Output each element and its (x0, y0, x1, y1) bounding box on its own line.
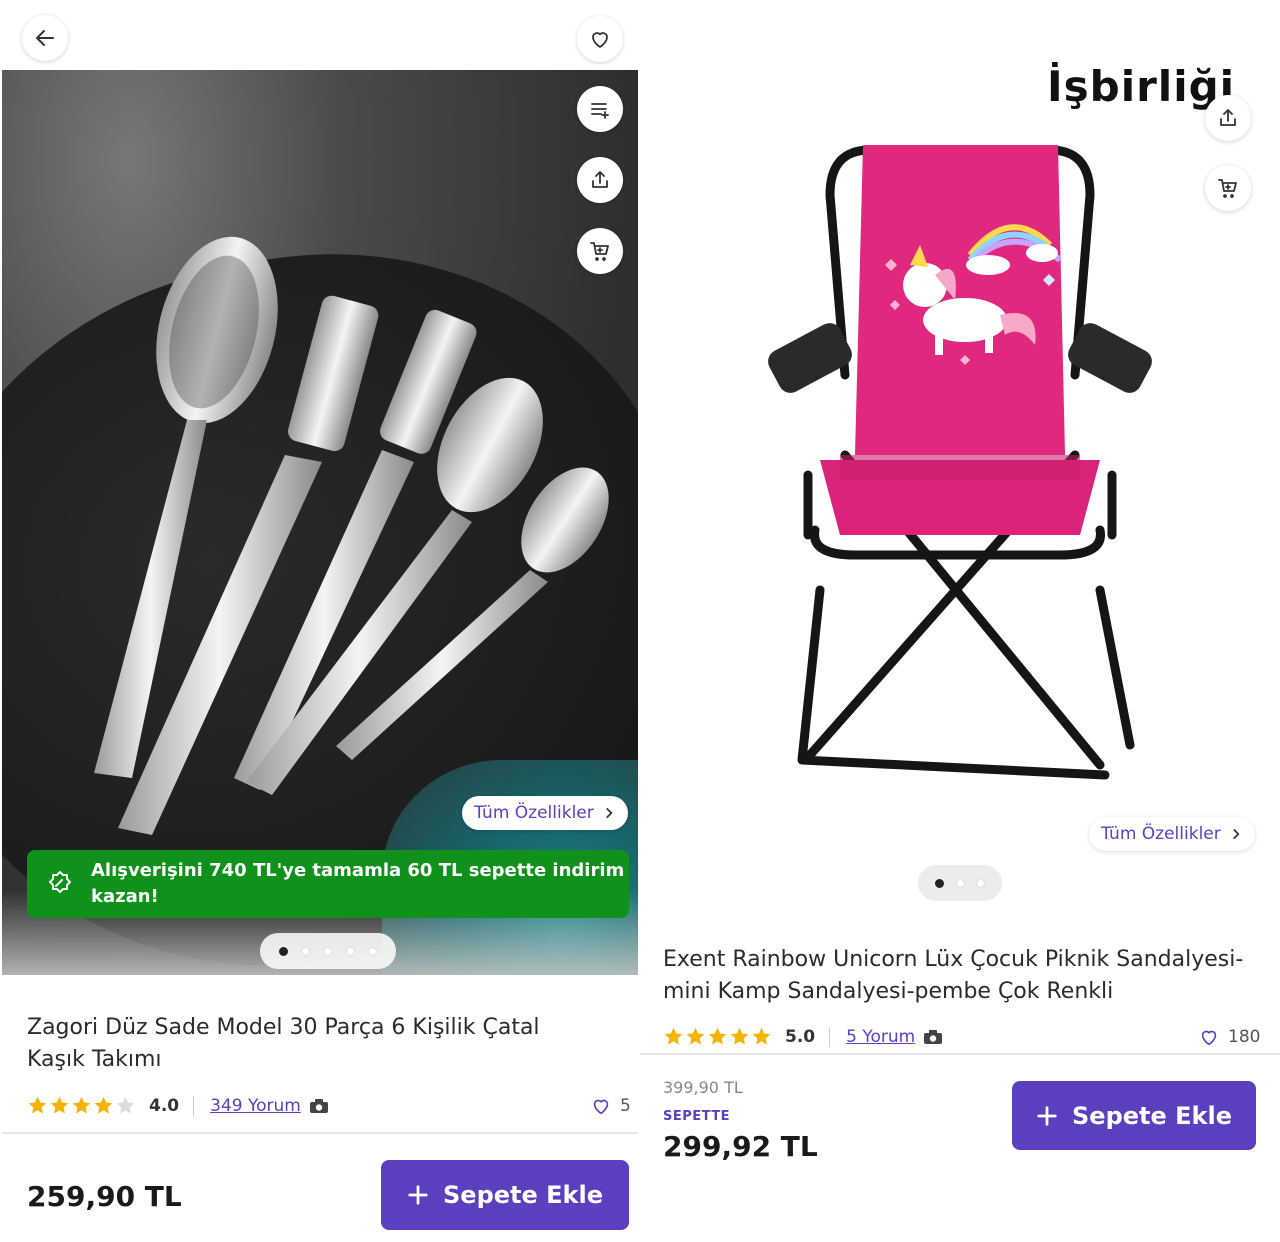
carousel-dot[interactable] (301, 946, 311, 956)
price: 259,90 TL (27, 1180, 182, 1213)
carousel-dot[interactable] (279, 946, 289, 956)
carousel-dot[interactable] (975, 878, 985, 888)
heart-icon (592, 32, 608, 48)
star-icon (50, 1096, 69, 1114)
cart-icon (590, 242, 609, 261)
star-icon (730, 1027, 749, 1045)
coupon-icon (49, 871, 71, 893)
rating-row: 4.0 349 Yorum (27, 1095, 329, 1116)
add-to-cart-icon-button[interactable] (577, 228, 623, 274)
star-icon (94, 1096, 113, 1114)
star-icon (708, 1027, 727, 1045)
star-icon (664, 1027, 683, 1045)
share-button[interactable] (1205, 95, 1251, 141)
back-button[interactable] (22, 15, 68, 61)
add-to-cart-button[interactable]: Sepete Ekle (1012, 1081, 1256, 1150)
share-icon (592, 171, 608, 188)
star-icon (686, 1027, 705, 1045)
product-panel-right: İşbirliği Tüm Özellikler Exent Rainbow U… (640, 0, 1280, 1242)
plus-icon (1037, 1105, 1057, 1126)
all-features-link[interactable]: Tüm Özellikler (462, 796, 628, 830)
heart-icon (593, 1099, 609, 1115)
promo-banner[interactable]: Alışverişini 740 TL'ye tamamla 60 TL sep… (27, 850, 629, 918)
star-empty-icon (116, 1096, 135, 1114)
image-carousel-dots[interactable] (260, 933, 396, 969)
add-to-cart-label: Sepete Ekle (443, 1181, 603, 1209)
star-icon (752, 1027, 771, 1045)
promo-text: Alışverişini 740 TL'ye tamamla 60 TL sep… (91, 860, 625, 907)
favorite-count-value: 180 (1228, 1027, 1261, 1047)
favorite-count[interactable]: 180 (1198, 1026, 1260, 1048)
carousel-dot[interactable] (367, 946, 377, 956)
product-title: Exent Rainbow Unicorn Lüx Çocuk Piknik S… (663, 947, 1244, 1004)
plus-icon (408, 1185, 428, 1205)
camera-icon (309, 1098, 328, 1113)
compare-button[interactable] (577, 86, 623, 132)
rating-stars (663, 1026, 773, 1047)
basket-price: 299,92 TL (663, 1130, 818, 1163)
share-icon (1220, 109, 1236, 126)
heart-icon (1201, 1030, 1217, 1046)
carousel-dot[interactable] (323, 946, 333, 956)
star-icon (72, 1096, 91, 1114)
add-to-cart-label: Sepete Ekle (1072, 1101, 1232, 1130)
favorite-count[interactable]: 5 (590, 1095, 631, 1117)
product-image[interactable] (760, 135, 1160, 785)
carousel-dot[interactable] (345, 946, 355, 956)
all-features-label: Tüm Özellikler (1101, 824, 1221, 844)
rating-score: 5.0 (785, 1026, 816, 1047)
basket-discount-label: SEPETTE (663, 1109, 731, 1124)
star-icon (28, 1096, 47, 1114)
compare-list-icon (591, 103, 609, 119)
product-panel-left: Tüm Özellikler Alışverişini 740 TL'ye ta… (0, 0, 640, 1242)
cutlery-illustration (94, 236, 609, 835)
rating-stars (27, 1095, 137, 1116)
all-features-link[interactable]: Tüm Özellikler (1089, 817, 1255, 851)
chevron-right-icon (606, 808, 612, 818)
add-to-cart-button[interactable]: Sepete Ekle (381, 1160, 629, 1230)
add-to-cart-icon-button[interactable] (1205, 165, 1251, 211)
favorite-count-value: 5 (620, 1096, 631, 1116)
camera-icon (924, 1029, 943, 1044)
rating-row: 5.0 5 Yorum (663, 1026, 943, 1047)
image-carousel-dots[interactable] (918, 865, 1002, 901)
all-features-label: Tüm Özellikler (474, 803, 594, 823)
rating-score: 4.0 (149, 1095, 180, 1116)
chevron-right-icon (1233, 829, 1239, 839)
product-title: Zagori Düz Sade Model 30 Parça 6 Kişilik… (27, 1015, 540, 1072)
share-button[interactable] (577, 157, 623, 203)
favorite-button[interactable] (577, 16, 623, 62)
back-arrow-icon (36, 30, 54, 46)
original-price: 399,90 TL (663, 1078, 743, 1097)
carousel-dot[interactable] (955, 878, 965, 888)
reviews-link[interactable]: 349 Yorum (210, 1096, 301, 1116)
product-image[interactable] (2, 70, 638, 975)
cart-icon (1218, 179, 1237, 198)
collaboration-label: İşbirliği (1047, 62, 1236, 111)
carousel-dot[interactable] (935, 878, 945, 888)
reviews-link[interactable]: 5 Yorum (846, 1027, 915, 1047)
